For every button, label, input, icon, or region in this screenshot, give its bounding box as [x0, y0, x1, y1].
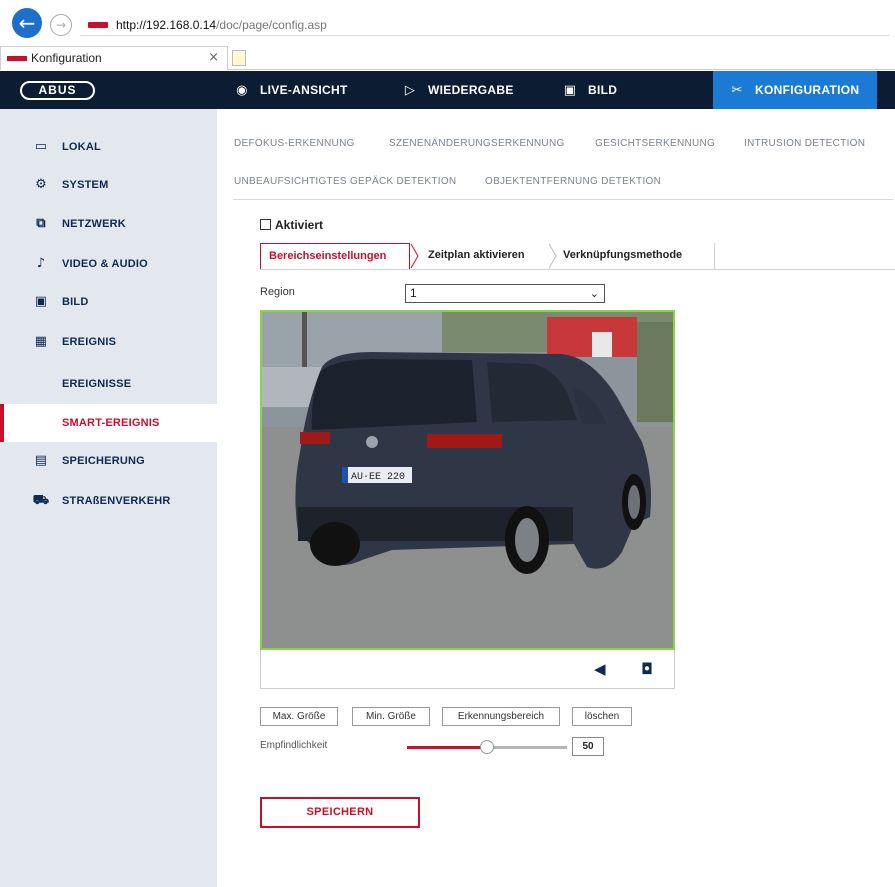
camera-image: AU·EE 220: [262, 312, 673, 648]
url-host: http://192.168.0.14: [116, 18, 217, 32]
sensitivity-thumb[interactable]: [480, 740, 494, 754]
browser-tab-strip: Konfiguration ×: [0, 44, 895, 70]
preview-toolbar: ◀ ◘: [260, 650, 675, 689]
nav-image[interactable]: ▣ BILD: [560, 71, 617, 109]
new-tab-button[interactable]: [232, 50, 246, 66]
camera-preview[interactable]: AU·EE 220: [260, 310, 675, 650]
sidebar-item-label: SPEICHERUNG: [62, 455, 145, 467]
image-icon: ▣: [563, 83, 577, 98]
sensitivity-value[interactable]: 50: [572, 737, 604, 756]
tab-separator-icon: [410, 243, 419, 269]
sidebar-item-label: EREIGNIS: [62, 336, 117, 348]
sidebar-item-label: STRAßENVERKEHR: [62, 495, 171, 507]
tab-schedule[interactable]: Zeitplan aktivieren: [420, 243, 550, 269]
browser-address-bar: ← → http://192.168.0.14/doc/page/config.…: [0, 0, 895, 44]
sidebar-item-label: SYSTEM: [62, 179, 109, 191]
storage-icon: ▤: [34, 453, 48, 468]
subtab-unattended-baggage[interactable]: UNBEAUFSICHTIGTES GEPÄCK DETEKTION: [234, 176, 456, 187]
nav-live-view[interactable]: ◉ LIVE-ANSICHT: [232, 71, 348, 109]
abus-logo: ABUS: [20, 81, 95, 100]
back-button[interactable]: ←: [12, 8, 42, 38]
nav-label: LIVE-ANSICHT: [260, 83, 348, 97]
traffic-icon: ⛟: [32, 493, 50, 508]
sensitivity-fill: [407, 746, 487, 749]
subtab-face[interactable]: GESICHTSERKENNUNG: [595, 138, 715, 149]
sidebar-item-ereignis[interactable]: ▦ EREIGNIS: [0, 323, 217, 361]
microphone-icon: ♪: [36, 256, 46, 271]
forward-button[interactable]: →: [50, 14, 72, 36]
sidebar-item-video-audio[interactable]: ♪ VIDEO & AUDIO: [0, 245, 217, 283]
sidebar-item-system[interactable]: ⚙ SYSTEM: [0, 166, 217, 204]
monitor-icon: ▭: [34, 139, 48, 154]
delete-button[interactable]: löschen: [572, 707, 632, 726]
camera-icon[interactable]: ◘: [641, 660, 653, 678]
region-select[interactable]: 1 ⌄: [405, 284, 605, 303]
nav-playback[interactable]: ▷ WIEDERGABE: [400, 71, 514, 109]
subtab-scene-change[interactable]: SZENENÄNDERUNGSERKENNUNG: [389, 138, 565, 149]
image-icon: ▣: [34, 294, 48, 309]
url-path: /doc/page/config.asp: [216, 18, 327, 32]
nav-label: KONFIGURATION: [755, 83, 860, 97]
detection-area-button[interactable]: Erkennungsbereich: [442, 707, 560, 726]
sidebar-item-netzwerk[interactable]: ⧉ NETZWERK: [0, 205, 217, 243]
play-icon: ▷: [404, 83, 416, 98]
tab-favicon-icon: [7, 56, 27, 61]
max-size-button[interactable]: Max. Größe: [260, 707, 338, 726]
record-icon[interactable]: ◀: [594, 660, 606, 678]
divider: [233, 199, 893, 200]
save-button[interactable]: SPEICHERN: [260, 797, 420, 828]
region-value: 1: [410, 286, 417, 300]
site-favicon-icon: [88, 22, 108, 28]
sidebar-item-strassenverkehr[interactable]: ⛟ STRAßENVERKEHR: [0, 482, 217, 520]
divider: [260, 269, 895, 270]
eye-icon: ◉: [236, 83, 248, 98]
url-field[interactable]: http://192.168.0.14/doc/page/config.asp: [80, 14, 890, 36]
browser-tab[interactable]: Konfiguration ×: [0, 46, 228, 70]
license-plate: AU·EE 220: [351, 472, 405, 483]
sidebar: ▭ LOKAL ⚙ SYSTEM ⧉ NETZWERK ♪ VIDEO & AUDIO …: [0, 109, 217, 887]
sidebar-item-lokal[interactable]: ▭ LOKAL: [0, 128, 217, 166]
subtab-defocus[interactable]: DEFOKUS-ERKENNUNG: [234, 138, 355, 149]
min-size-button[interactable]: Min. Größe: [352, 707, 430, 726]
close-icon[interactable]: ×: [208, 47, 219, 69]
chevron-down-icon: ⌄: [589, 287, 599, 300]
browser-tab-title: Konfiguration: [31, 51, 102, 65]
region-label: Region: [260, 286, 295, 298]
nav-configuration[interactable]: ✂ KONFIGURATION: [713, 71, 877, 109]
nav-label: WIEDERGABE: [428, 83, 514, 97]
sensitivity-label: Empfindlichkeit: [260, 740, 328, 751]
activated-row[interactable]: Aktiviert: [260, 218, 323, 232]
sidebar-item-ereignisse[interactable]: EREIGNISSE: [0, 365, 217, 403]
arrow-right-icon: →: [55, 18, 67, 32]
sidebar-item-label: VIDEO & AUDIO: [62, 258, 148, 270]
subtab-intrusion[interactable]: INTRUSION DETECTION: [744, 138, 865, 149]
gear-icon: ⚙: [35, 177, 47, 192]
main-content: DEFOKUS-ERKENNUNG SZENENÄNDERUNGSERKENNU…: [217, 109, 895, 887]
sidebar-item-label: BILD: [62, 296, 89, 308]
tab-linkage[interactable]: Verknüpfungsmethode: [555, 243, 715, 269]
tab-area-settings[interactable]: Bereichseinstellungen: [260, 243, 410, 269]
network-icon: ⧉: [36, 216, 46, 231]
calendar-icon: ▦: [34, 334, 48, 349]
sidebar-item-label: NETZWERK: [62, 218, 126, 230]
sensitivity-slider[interactable]: [407, 740, 567, 754]
sidebar-item-label: LOKAL: [62, 141, 101, 153]
arrow-left-icon: ←: [18, 11, 36, 35]
subtab-object-removal[interactable]: OBJEKTENTFERNUNG DETEKTION: [485, 176, 661, 187]
sidebar-item-label: EREIGNISSE: [62, 378, 132, 390]
sidebar-item-bild[interactable]: ▣ BILD: [0, 283, 217, 321]
tools-icon: ✂: [731, 83, 743, 98]
sidebar-item-speicherung[interactable]: ▤ SPEICHERUNG: [0, 442, 217, 480]
activated-checkbox[interactable]: [260, 219, 271, 230]
top-navigation: ABUS ◉ LIVE-ANSICHT ▷ WIEDERGABE ▣ BILD ✂ KO…: [0, 71, 895, 109]
tab-separator-icon: [548, 243, 557, 269]
activated-label: Aktiviert: [275, 218, 324, 232]
sidebar-item-label: SMART-EREIGNIS: [62, 417, 160, 429]
sidebar-item-smart-ereignis[interactable]: SMART-EREIGNIS: [0, 404, 217, 442]
nav-label: BILD: [588, 83, 618, 97]
